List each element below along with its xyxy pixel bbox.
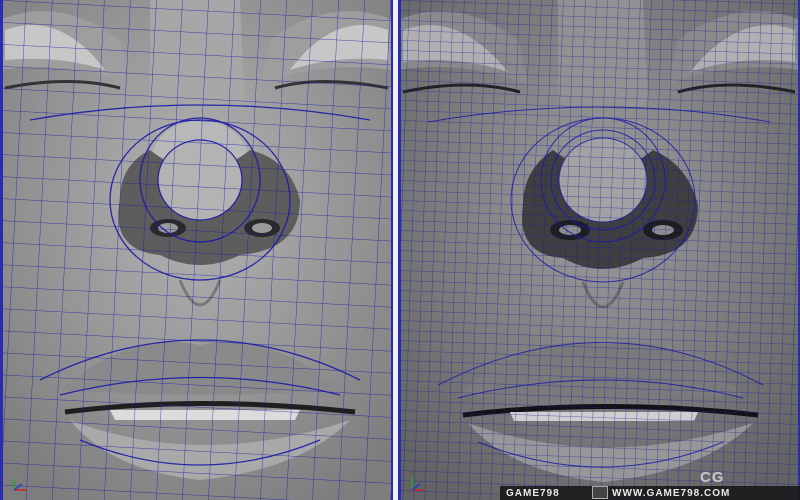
watermark-site-url: WWW.GAME798.COM — [612, 488, 731, 499]
watermark-mark-icon — [592, 486, 608, 499]
xyz-axis-gizmo-icon — [13, 478, 26, 491]
watermark-logo: CG — [700, 469, 725, 486]
watermark-site-name: GAME798 — [506, 488, 560, 499]
viewport-border-left — [0, 0, 3, 500]
left-viewport[interactable] — [0, 0, 393, 500]
face-mesh-render — [398, 0, 800, 500]
face-mesh-render — [0, 0, 393, 500]
xyz-axis-gizmo-icon — [411, 478, 424, 491]
viewport-border-left — [398, 0, 401, 500]
right-viewport[interactable] — [398, 0, 800, 500]
